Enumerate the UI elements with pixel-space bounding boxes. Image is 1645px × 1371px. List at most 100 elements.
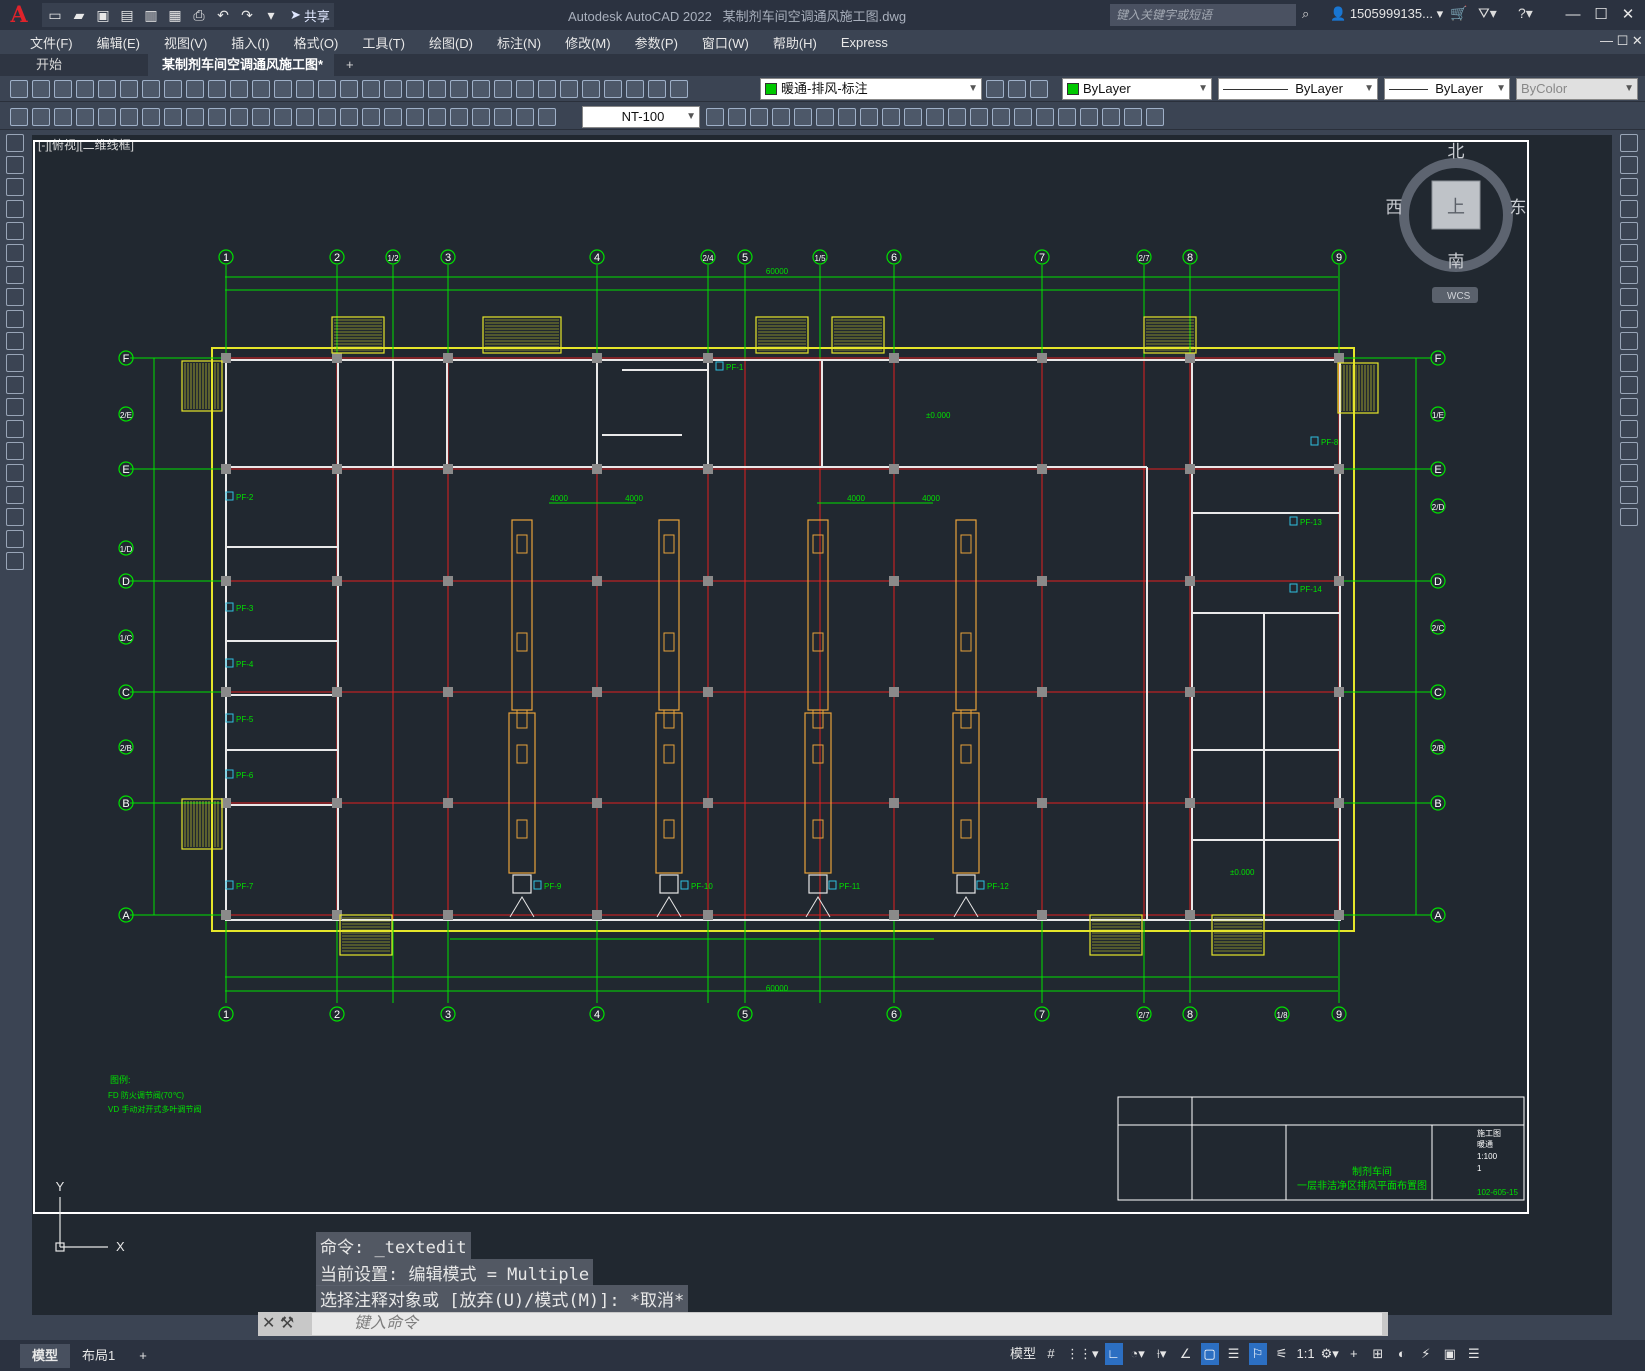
polyline-icon[interactable]: [6, 178, 24, 196]
chamfer-icon[interactable]: [1620, 442, 1638, 460]
table-icon[interactable]: [6, 508, 24, 526]
trim-icon[interactable]: [1620, 332, 1638, 350]
help-icon[interactable]: ?▾: [1518, 5, 1533, 22]
region-icon[interactable]: [6, 486, 24, 504]
layer-dropdown[interactable]: 暖通-排风-标注 ▼: [760, 78, 982, 100]
close-button[interactable]: ✕: [1615, 4, 1641, 26]
ellipse-icon[interactable]: [6, 332, 24, 350]
copy-icon[interactable]: [1620, 156, 1638, 174]
menu-help[interactable]: 帮助(H): [761, 33, 829, 52]
construction-line-icon[interactable]: [6, 156, 24, 174]
close-command-line-icon[interactable]: ✕ ⚒: [262, 1312, 294, 1336]
units-icon[interactable]: ⊞: [1369, 1343, 1387, 1365]
viewcube-south[interactable]: 南: [1448, 252, 1465, 271]
menu-view[interactable]: 视图(V): [152, 33, 219, 52]
customize-icon[interactable]: ▾: [262, 6, 280, 24]
viewcube-east[interactable]: 东: [1510, 198, 1527, 217]
menu-insert[interactable]: 插入(I): [219, 33, 281, 52]
scale-icon[interactable]: [1620, 288, 1638, 306]
viewcube[interactable]: 上 北 南 东 西 WCS: [1386, 142, 1527, 303]
search-icon[interactable]: ⌕: [1302, 6, 1309, 22]
workspace-gear-icon[interactable]: ⚙▾: [1321, 1343, 1339, 1365]
lineweight-icon[interactable]: ☰: [1225, 1343, 1243, 1365]
fillet-icon[interactable]: [1620, 464, 1638, 482]
array-icon[interactable]: [1620, 222, 1638, 240]
add-layout-button[interactable]: +: [127, 1344, 159, 1368]
menu-draw[interactable]: 绘图(D): [417, 33, 485, 52]
mirror-icon[interactable]: [1620, 178, 1638, 196]
dimstyle-dropdown[interactable]: NT-100 ▼: [582, 106, 700, 128]
search-input[interactable]: 键入关键字或短语: [1110, 4, 1296, 26]
rotate-icon[interactable]: [1620, 266, 1638, 284]
osnap-icon[interactable]: ▢: [1200, 1343, 1219, 1365]
mtext-icon[interactable]: [6, 530, 24, 548]
point-icon[interactable]: [6, 420, 24, 438]
hardware-accel-icon[interactable]: ⚡: [1417, 1343, 1435, 1365]
break-icon[interactable]: [1620, 398, 1638, 416]
modify-tools[interactable]: [706, 108, 1164, 126]
maximize-button[interactable]: ☐: [1588, 4, 1614, 26]
cart-icon[interactable]: 🛒: [1450, 5, 1467, 22]
offset-icon[interactable]: [1620, 200, 1638, 218]
menu-window[interactable]: 窗口(W): [690, 33, 761, 52]
saveas-icon[interactable]: ▤: [118, 6, 136, 24]
hatch-icon[interactable]: [6, 442, 24, 460]
menu-edit[interactable]: 编辑(E): [85, 33, 152, 52]
explode-icon[interactable]: [1620, 508, 1638, 526]
viewcube-north[interactable]: 北: [1448, 142, 1465, 161]
minimize-button[interactable]: —: [1560, 4, 1586, 26]
snap-icon[interactable]: ⋮⋮▾: [1066, 1343, 1099, 1365]
redo-icon[interactable]: ↷: [238, 6, 256, 24]
autocad-logo[interactable]: A: [6, 2, 32, 28]
save-icon[interactable]: ▣: [94, 6, 112, 24]
plus-icon[interactable]: +: [1345, 1343, 1363, 1365]
menu-tools[interactable]: 工具(T): [350, 33, 417, 52]
undo-icon[interactable]: ↶: [214, 6, 232, 24]
share-button[interactable]: ➤ 共享: [290, 6, 330, 25]
doc-window-controls[interactable]: — ☐ ✕: [1600, 33, 1643, 49]
command-input[interactable]: 键入命令: [312, 1313, 1382, 1335]
polar-icon[interactable]: ◔▾: [1129, 1343, 1147, 1365]
ortho-icon[interactable]: ∟: [1104, 1343, 1123, 1365]
menu-format[interactable]: 格式(O): [282, 33, 351, 52]
linetype-dropdown[interactable]: ————— ByLayer ▼: [1218, 78, 1378, 100]
osnap-tracking-icon[interactable]: ∠: [1177, 1343, 1195, 1365]
spline-icon[interactable]: [6, 310, 24, 328]
tab-model[interactable]: 模型: [20, 1343, 71, 1368]
layer-tools[interactable]: [986, 80, 1048, 98]
gradient-icon[interactable]: [6, 464, 24, 482]
standard-tools[interactable]: [10, 80, 688, 98]
plot-icon[interactable]: ▦: [166, 6, 184, 24]
annotation-visibility-icon[interactable]: ⚐: [1248, 1343, 1267, 1365]
blend-icon[interactable]: [1620, 486, 1638, 504]
print-icon[interactable]: ⎙: [190, 6, 208, 24]
new-icon[interactable]: ▭: [46, 6, 64, 24]
model-space-toggle[interactable]: 模型: [1010, 1343, 1036, 1365]
viewcube-west[interactable]: 西: [1386, 198, 1403, 217]
stretch-icon[interactable]: [1620, 310, 1638, 328]
autodesk-app-icon[interactable]: ⛛▾: [1478, 5, 1497, 22]
polygon-icon[interactable]: [6, 200, 24, 218]
grid-icon[interactable]: #: [1042, 1343, 1060, 1365]
ellipse-arc-icon[interactable]: [6, 354, 24, 372]
open-icon[interactable]: ▰: [70, 6, 88, 24]
revcloud-icon[interactable]: [6, 288, 24, 306]
menu-modify[interactable]: 修改(M): [553, 33, 623, 52]
lineweight-dropdown[interactable]: ——— ByLayer ▼: [1384, 78, 1510, 100]
color-dropdown[interactable]: ByLayer ▼: [1062, 78, 1212, 100]
dimension-tools[interactable]: [10, 108, 556, 126]
clean-screen-icon[interactable]: ▣: [1441, 1343, 1459, 1365]
move-icon[interactable]: [1620, 244, 1638, 262]
customize-icon[interactable]: ☰: [1465, 1343, 1483, 1365]
arc-icon[interactable]: [6, 244, 24, 262]
extend-icon[interactable]: [1620, 354, 1638, 372]
make-block-icon[interactable]: [6, 398, 24, 416]
new-tab-button[interactable]: +: [340, 54, 364, 76]
user-account[interactable]: 👤 1505999135... ▾: [1330, 6, 1443, 22]
tab-drawing[interactable]: 某制剂车间空调通风施工图* ✕: [148, 54, 334, 94]
plotstyle-dropdown[interactable]: ByColor ▼: [1516, 78, 1638, 100]
isodraft-icon[interactable]: ⟊▾: [1153, 1343, 1171, 1365]
tab-start[interactable]: 开始: [22, 54, 148, 76]
erase-icon[interactable]: [1620, 134, 1638, 152]
menu-file[interactable]: 文件(F): [18, 33, 85, 52]
